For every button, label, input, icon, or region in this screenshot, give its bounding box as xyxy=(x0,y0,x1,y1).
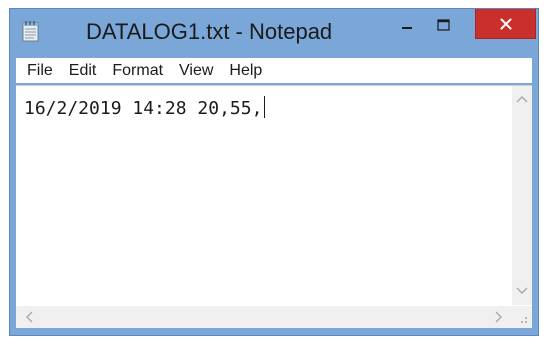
close-icon xyxy=(500,18,511,29)
minimize-button[interactable] xyxy=(390,9,424,41)
horizontal-scrollbar[interactable] xyxy=(16,306,512,328)
notepad-window: DATALOG1.txt - Notepad File Edit Format … xyxy=(9,8,539,336)
window-title: DATALOG1.txt - Notepad xyxy=(86,19,333,44)
minimize-icon xyxy=(402,27,412,29)
chevron-down-icon[interactable] xyxy=(516,286,528,296)
vertical-scrollbar[interactable] xyxy=(512,86,532,305)
maximize-icon xyxy=(436,19,450,31)
menu-view[interactable]: View xyxy=(171,58,221,83)
text-editor[interactable]: 16/2/2019 14:28 20,55, xyxy=(16,85,532,328)
notepad-icon[interactable] xyxy=(22,21,39,42)
text-caret xyxy=(264,96,266,118)
menu-format[interactable]: Format xyxy=(104,58,171,83)
title-bar[interactable]: DATALOG1.txt - Notepad xyxy=(10,9,538,54)
chevron-left-icon[interactable] xyxy=(24,311,34,323)
menu-bar: File Edit Format View Help xyxy=(16,58,532,83)
resize-grip[interactable] xyxy=(512,306,532,328)
maximize-button[interactable] xyxy=(426,9,460,41)
editor-text-area[interactable]: 16/2/2019 14:28 20,55, xyxy=(24,96,504,296)
close-button[interactable] xyxy=(475,9,536,39)
menu-file[interactable]: File xyxy=(19,58,61,83)
menu-edit[interactable]: Edit xyxy=(61,58,105,83)
chevron-right-icon[interactable] xyxy=(494,311,504,323)
editor-content: 16/2/2019 14:28 20,55, xyxy=(24,98,263,119)
menu-help[interactable]: Help xyxy=(221,58,270,83)
resize-grip-icon xyxy=(521,317,527,323)
chevron-up-icon[interactable] xyxy=(516,94,528,104)
